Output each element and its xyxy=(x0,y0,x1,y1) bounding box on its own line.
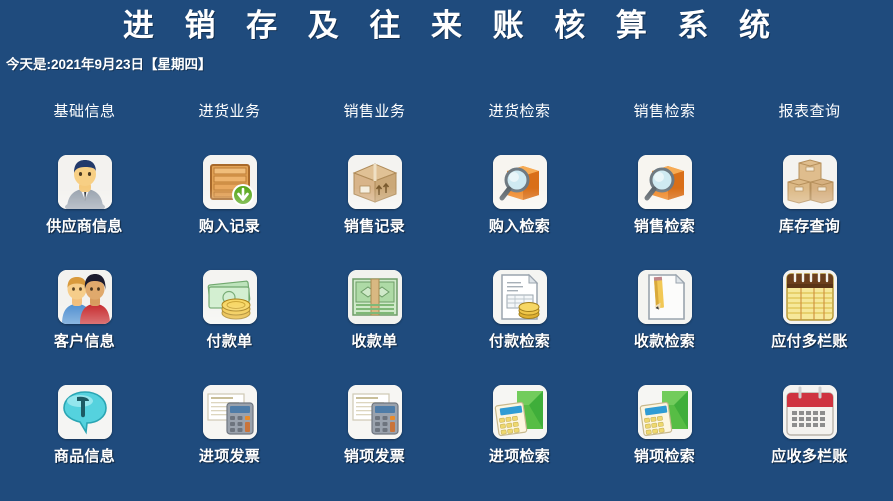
category-header-purchase: 进货业务 xyxy=(198,103,261,120)
stacked-boxes-icon[interactable] xyxy=(782,155,837,209)
tile-payable-ledger[interactable]: 应付多栏账 xyxy=(737,270,882,385)
icon-grid-row: 供应商信息 购入记录 销售记录 购入检索 销售检索 库存查询 xyxy=(0,155,893,270)
crate-download-icon[interactable] xyxy=(202,155,257,209)
tile-label: 销项检索 xyxy=(633,448,696,465)
category-header-purchase-search: 进货检索 xyxy=(488,103,551,120)
tile-label: 进项发票 xyxy=(198,448,261,465)
invoice-calculator-icon[interactable] xyxy=(347,385,402,439)
tile-inventory-query[interactable]: 库存查询 xyxy=(737,155,882,270)
tile-label: 销售记录 xyxy=(343,218,406,235)
banknote-stack-icon[interactable] xyxy=(347,270,402,324)
tile-label: 库存查询 xyxy=(778,218,841,235)
tile-label: 供应商信息 xyxy=(46,218,123,235)
category-header-sales-search: 销售检索 xyxy=(633,103,696,120)
document-pencil-icon[interactable] xyxy=(637,270,692,324)
tile-label: 收款单 xyxy=(351,333,398,350)
tile-sales-record[interactable]: 销售记录 xyxy=(302,155,447,270)
tile-label: 进项检索 xyxy=(488,448,551,465)
tile-supplier-info[interactable]: 供应商信息 xyxy=(12,155,157,270)
tile-label: 销项发票 xyxy=(343,448,406,465)
document-coins-icon[interactable] xyxy=(492,270,547,324)
tile-label: 商品信息 xyxy=(53,448,116,465)
page-title: 进 销 存 及 往 来 账 核 算 系 统 xyxy=(122,8,782,43)
teal-bubble-t-icon[interactable] xyxy=(57,385,112,439)
tile-label: 付款单 xyxy=(206,333,253,350)
tile-label: 销售检索 xyxy=(633,218,696,235)
calculator-folder-icon[interactable] xyxy=(492,385,547,439)
category-header-reports: 报表查询 xyxy=(778,103,841,120)
tile-receipt-search[interactable]: 收款检索 xyxy=(592,270,737,385)
application-window: 进 销 存 及 往 来 账 核 算 系 统 今天是:2021年9月23日【星期四… xyxy=(0,0,893,501)
calculator-folder-icon[interactable] xyxy=(637,385,692,439)
tile-purchase-record[interactable]: 购入记录 xyxy=(157,155,302,270)
tile-receivable-ledger[interactable]: 应收多栏账 xyxy=(737,385,882,500)
tile-label: 付款检索 xyxy=(488,333,551,350)
category-header-basic-info: 基础信息 xyxy=(53,103,116,120)
tile-label: 客户信息 xyxy=(53,333,116,350)
carton-box-icon[interactable] xyxy=(347,155,402,209)
tile-label: 应付多栏账 xyxy=(771,333,848,350)
tile-input-search[interactable]: 进项检索 xyxy=(447,385,592,500)
category-header-sales: 销售业务 xyxy=(343,103,406,120)
tile-payment-voucher[interactable]: 付款单 xyxy=(157,270,302,385)
category-header-row: 基础信息 进货业务 销售业务 进货检索 销售检索 报表查询 xyxy=(0,100,893,121)
tile-label: 购入记录 xyxy=(198,218,261,235)
tile-customer-info[interactable]: 客户信息 xyxy=(12,270,157,385)
tile-label: 应收多栏账 xyxy=(771,448,848,465)
calendar-red-icon[interactable] xyxy=(782,385,837,439)
box-magnifier-icon[interactable] xyxy=(492,155,547,209)
icon-grid-row: 商品信息 进项发票 销项发票 进项检索 销项检索 应收多栏账 xyxy=(0,385,893,500)
title-bar: 进 销 存 及 往 来 账 核 算 系 统 xyxy=(0,6,893,46)
tile-sales-search[interactable]: 销售检索 xyxy=(592,155,737,270)
icon-grid-row: 客户信息 付款单 收款单 付款检索 收款检索 应付多栏账 xyxy=(0,270,893,385)
box-magnifier-icon[interactable] xyxy=(637,155,692,209)
invoice-calculator-icon[interactable] xyxy=(202,385,257,439)
supplier-person-icon[interactable] xyxy=(57,155,112,209)
current-date-text: 今天是:2021年9月23日【星期四】 xyxy=(6,57,212,72)
icon-grid: 供应商信息 购入记录 销售记录 购入检索 销售检索 库存查询 客户信息 付款单 … xyxy=(0,155,893,500)
cash-coins-icon[interactable] xyxy=(202,270,257,324)
tile-receipt-voucher[interactable]: 收款单 xyxy=(302,270,447,385)
tile-input-invoice[interactable]: 进项发票 xyxy=(157,385,302,500)
customers-people-icon[interactable] xyxy=(57,270,112,324)
tile-output-search[interactable]: 销项检索 xyxy=(592,385,737,500)
tile-output-invoice[interactable]: 销项发票 xyxy=(302,385,447,500)
notepad-ledger-icon[interactable] xyxy=(782,270,837,324)
tile-label: 购入检索 xyxy=(488,218,551,235)
tile-purchase-search[interactable]: 购入检索 xyxy=(447,155,592,270)
tile-label: 收款检索 xyxy=(633,333,696,350)
tile-product-info[interactable]: 商品信息 xyxy=(12,385,157,500)
tile-payment-search[interactable]: 付款检索 xyxy=(447,270,592,385)
